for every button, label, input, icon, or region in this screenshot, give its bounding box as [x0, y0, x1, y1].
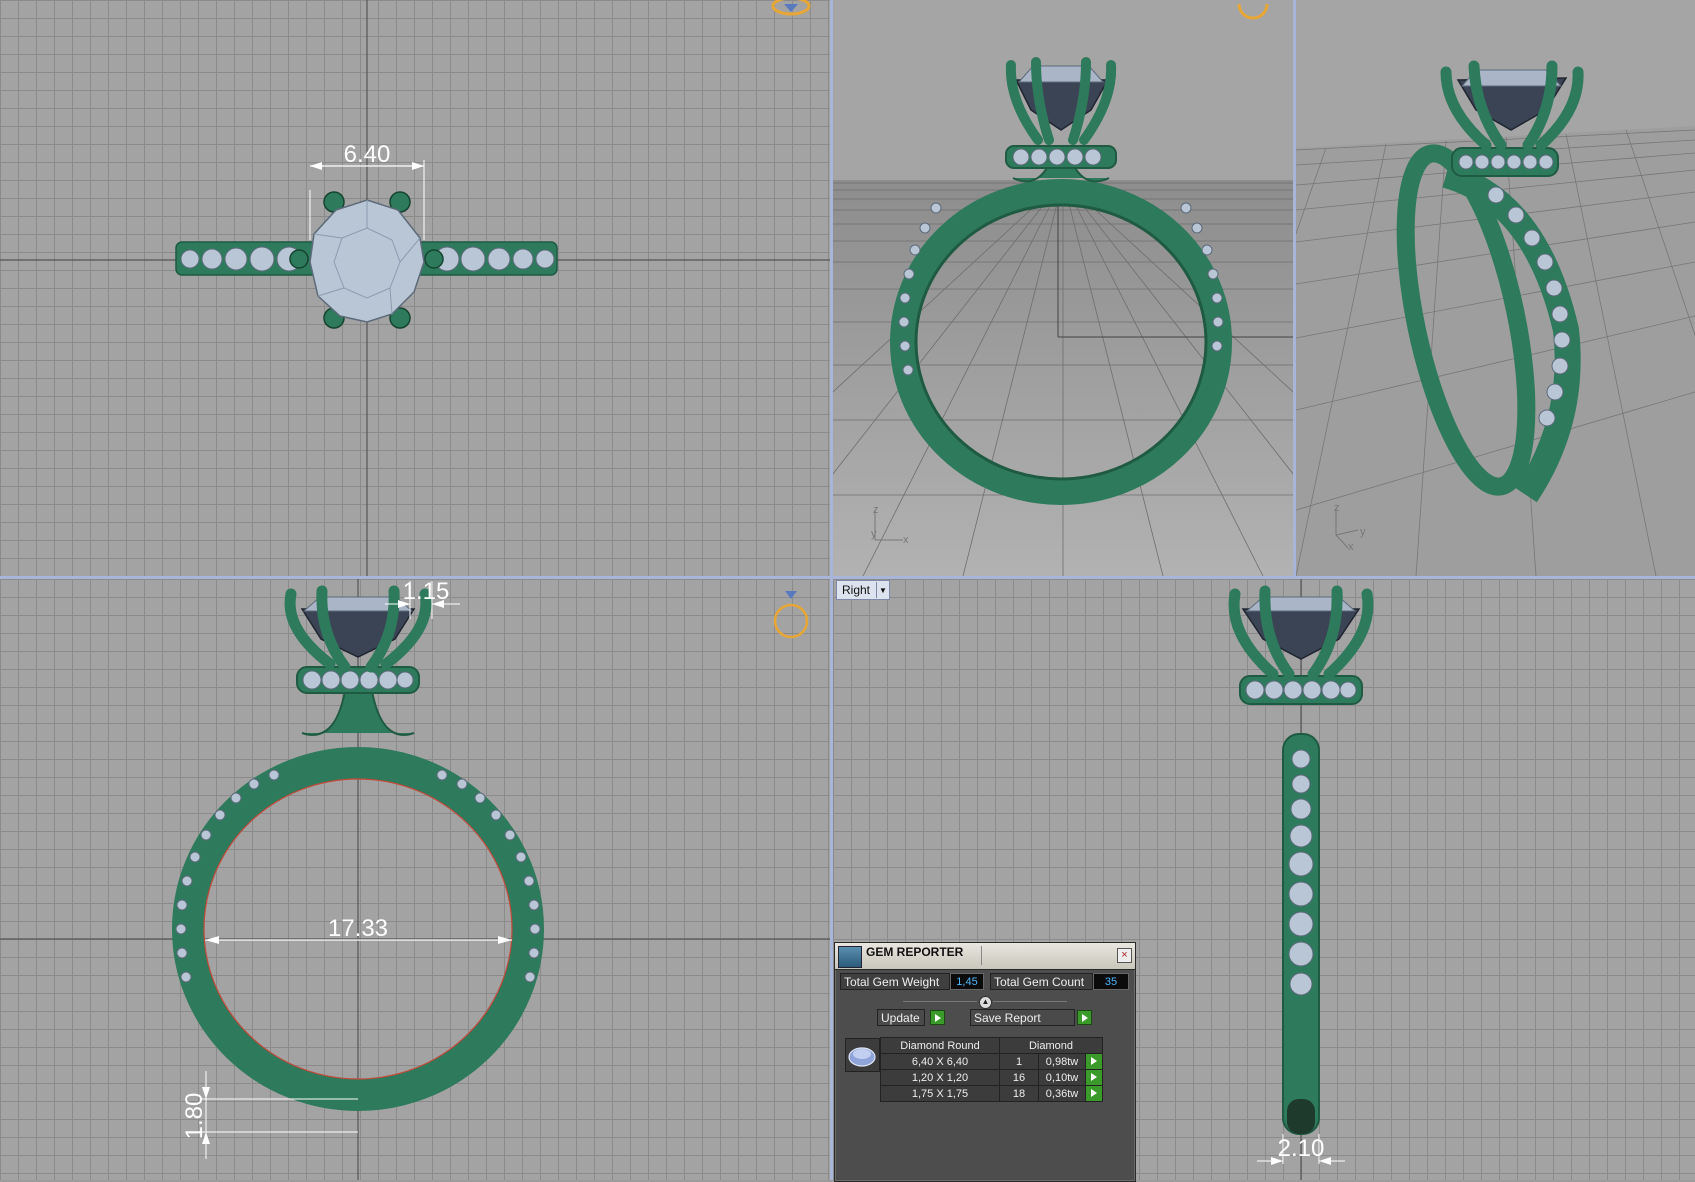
collapse-icon[interactable]: ▲: [979, 996, 992, 1009]
gem-size: 6,40 X 6,40: [880, 1053, 1000, 1070]
top-view-canvas: 6.40: [0, 0, 830, 576]
gem-reporter-icon: [838, 946, 862, 968]
viewport-separator-vertical-top[interactable]: [1293, 0, 1296, 576]
row-go-icon[interactable]: [1085, 1069, 1103, 1086]
save-report-button[interactable]: Save Report: [970, 1009, 1075, 1026]
update-button[interactable]: Update: [877, 1009, 925, 1026]
divider: [993, 1001, 1067, 1002]
titlebar-spacer: [981, 946, 1106, 965]
table-header: Diamond Round: [880, 1037, 1000, 1054]
row-go-icon[interactable]: [1085, 1053, 1103, 1070]
table-row[interactable]: 1,75 X 1,75 18 0,36tw: [880, 1085, 1103, 1102]
axis-z-label: z: [873, 504, 879, 516]
viewport-separator-vertical[interactable]: [830, 0, 833, 1180]
front-view-canvas: 17.33 1.15 1.80: [0, 579, 830, 1180]
inner-diameter-label: 17.33: [328, 915, 388, 942]
row-go-icon[interactable]: [1085, 1085, 1103, 1102]
total-gem-count-label: Total Gem Count: [990, 973, 1093, 990]
ring-view-icon: [773, 603, 809, 639]
axis-z-label: z: [1334, 502, 1340, 514]
gem-weight: 0,36tw: [1038, 1085, 1086, 1102]
gem-table: Diamond Round Diamond 6,40 X 6,40 1 0,98…: [880, 1037, 1103, 1102]
round-diamond-icon: [845, 1038, 880, 1072]
gem-size: 1,20 X 1,20: [880, 1069, 1000, 1086]
close-icon[interactable]: ×: [1117, 948, 1132, 963]
table-row[interactable]: 1,20 X 1,20 16 0,10tw: [880, 1069, 1103, 1086]
axis-x-label: x: [1348, 541, 1354, 553]
viewport-perspective-front[interactable]: z y x: [833, 0, 1293, 576]
total-gem-weight-value: 1,45: [950, 973, 984, 990]
band-dimension-label: 1.80: [181, 1093, 208, 1140]
axis-y-label: y: [871, 528, 877, 540]
viewport-separator-horizontal[interactable]: [0, 576, 1695, 579]
axis-x-label: x: [903, 534, 909, 546]
prong-dimension-label: 1.15: [403, 579, 450, 605]
viewport-top[interactable]: 6.40: [0, 0, 830, 576]
top-dimension-label: 6.40: [344, 141, 391, 168]
gem-weight: 0,10tw: [1038, 1069, 1086, 1086]
gem-reporter-title: GEM REPORTER: [866, 945, 964, 959]
update-go-icon[interactable]: [930, 1010, 945, 1025]
perspective-angle-canvas: z y x: [1296, 60, 1695, 576]
divider: [903, 1001, 977, 1002]
total-gem-count-value: 35: [1093, 973, 1129, 990]
axis-y-label: y: [1360, 526, 1366, 538]
gem-weight: 0,98tw: [1038, 1053, 1086, 1070]
ring-view-icon: [1237, 3, 1269, 20]
gem-count: 1: [999, 1053, 1039, 1070]
viewport-front[interactable]: 17.33 1.15 1.80: [0, 579, 830, 1180]
table-header-row: Diamond Round Diamond: [880, 1037, 1103, 1054]
table-row[interactable]: 6,40 X 6,40 1 0,98tw: [880, 1053, 1103, 1070]
view-selector[interactable]: Right ▼: [836, 580, 891, 600]
table-header: Diamond: [999, 1037, 1103, 1054]
view-selector-label: Right: [842, 583, 871, 597]
gem-reporter-titlebar[interactable]: GEM REPORTER ×: [835, 943, 1135, 970]
gem-count: 16: [999, 1069, 1039, 1086]
gem-reporter-panel[interactable]: GEM REPORTER × Total Gem Weight 1,45 Tot…: [834, 942, 1136, 1182]
perspective-front-canvas: z y x: [833, 3, 1293, 576]
gem-count: 18: [999, 1085, 1039, 1102]
gem-size: 1,75 X 1,75: [880, 1085, 1000, 1102]
right-dimension-label: 2.10: [1278, 1135, 1325, 1162]
total-gem-weight-label: Total Gem Weight: [840, 973, 950, 990]
save-report-go-icon[interactable]: [1077, 1010, 1092, 1025]
chevron-down-icon[interactable]: ▼: [876, 582, 889, 598]
viewport-perspective-angle[interactable]: z y x: [1296, 0, 1695, 576]
